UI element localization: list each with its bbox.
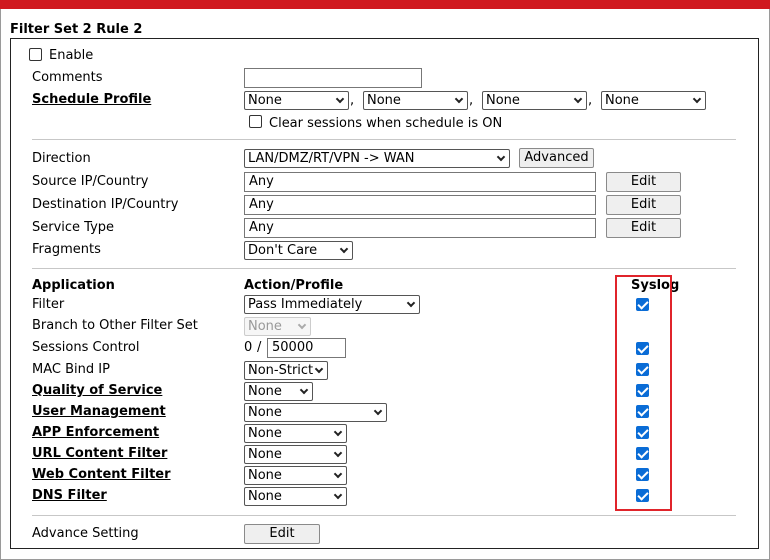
schedule-profile-link[interactable]: Schedule Profile (32, 92, 151, 107)
sessions-current-value: 0 (244, 340, 253, 355)
sessions-separator: / (257, 340, 262, 355)
rule-settings-panel: Enable Comments Schedule Profile None , … (10, 38, 759, 549)
enable-label: Enable (49, 48, 94, 63)
dns-filter-value: None (248, 489, 282, 504)
chevron-down-icon (333, 448, 343, 458)
fragments-value: Don't Care (248, 243, 318, 258)
schedule-profile-select-2[interactable]: None (363, 91, 468, 110)
direction-value: LAN/DMZ/RT/VPN -> WAN (248, 151, 415, 166)
section-divider (32, 268, 736, 269)
chevron-down-icon (297, 320, 307, 330)
branch-filter-set-value: None (248, 319, 282, 334)
schedule-comma: , (350, 93, 355, 108)
chevron-down-icon (333, 490, 343, 500)
clear-sessions-checkbox[interactable] (249, 115, 262, 128)
comments-label: Comments (32, 70, 103, 85)
clear-sessions-label: Clear sessions when schedule is ON (269, 116, 503, 131)
sessions-limit-input[interactable]: 50000 (267, 338, 346, 358)
schedule-profile-value-4: None (605, 93, 639, 108)
app-enforcement-value: None (248, 426, 282, 441)
chevron-down-icon (454, 94, 464, 104)
chevron-down-icon (373, 406, 383, 416)
action-profile-header: Action/Profile (244, 278, 344, 293)
url-content-filter-select[interactable]: None (244, 445, 347, 464)
service-type-edit-button[interactable]: Edit (606, 218, 681, 238)
schedule-profile-value-2: None (367, 93, 401, 108)
advance-setting-edit-button[interactable]: Edit (244, 524, 320, 544)
schedule-profile-select-4[interactable]: None (601, 91, 706, 110)
mac-bind-ip-select[interactable]: Non-Strict (244, 361, 328, 380)
branch-filter-set-label: Branch to Other Filter Set (32, 318, 198, 333)
sessions-control-label: Sessions Control (32, 340, 140, 355)
chevron-down-icon (339, 244, 349, 254)
enable-checkbox[interactable] (29, 48, 42, 61)
fragments-label: Fragments (32, 242, 101, 257)
quality-of-service-value: None (248, 384, 282, 399)
direction-label: Direction (32, 151, 91, 166)
user-management-select[interactable]: None (244, 403, 387, 422)
chevron-down-icon (333, 427, 343, 437)
url-content-filter-value: None (248, 447, 282, 462)
quality-of-service-link[interactable]: Quality of Service (32, 383, 162, 398)
app-enforcement-link[interactable]: APP Enforcement (32, 425, 159, 440)
top-accent-bar (0, 0, 770, 9)
direction-select[interactable]: LAN/DMZ/RT/VPN -> WAN (244, 149, 510, 168)
mac-bind-ip-label: MAC Bind IP (32, 362, 110, 377)
chevron-down-icon (496, 152, 506, 162)
service-type-field[interactable]: Any (244, 218, 596, 238)
chevron-down-icon (314, 364, 324, 374)
dns-filter-select[interactable]: None (244, 487, 347, 506)
chevron-down-icon (573, 94, 583, 104)
chevron-down-icon (299, 385, 309, 395)
destination-field[interactable]: Any (244, 195, 596, 215)
destination-label: Destination IP/Country (32, 197, 179, 212)
section-divider (32, 139, 736, 140)
comments-input[interactable] (244, 68, 422, 88)
source-edit-button[interactable]: Edit (606, 172, 681, 192)
dns-filter-link[interactable]: DNS Filter (32, 488, 107, 503)
branch-filter-set-select: None (244, 317, 311, 336)
mac-bind-ip-value: Non-Strict (248, 363, 314, 378)
schedule-profile-value-1: None (248, 93, 282, 108)
web-content-filter-select[interactable]: None (244, 466, 347, 485)
filter-label: Filter (32, 297, 65, 312)
web-content-filter-value: None (248, 468, 282, 483)
advanced-button[interactable]: Advanced (519, 148, 594, 168)
user-management-link[interactable]: User Management (32, 404, 166, 419)
source-label: Source IP/Country (32, 174, 149, 189)
destination-edit-button[interactable]: Edit (606, 195, 681, 215)
user-management-value: None (248, 405, 282, 420)
syslog-highlight-box (615, 275, 672, 511)
filter-value: Pass Immediately (248, 297, 363, 312)
application-header: Application (32, 278, 115, 293)
chevron-down-icon (333, 469, 343, 479)
section-divider (32, 515, 736, 516)
advance-setting-label: Advance Setting (32, 526, 139, 541)
url-content-filter-link[interactable]: URL Content Filter (32, 446, 167, 461)
schedule-profile-select-1[interactable]: None (244, 91, 349, 110)
app-enforcement-select[interactable]: None (244, 424, 347, 443)
source-field[interactable]: Any (244, 172, 596, 192)
chevron-down-icon (335, 94, 345, 104)
web-content-filter-link[interactable]: Web Content Filter (32, 467, 171, 482)
quality-of-service-select[interactable]: None (244, 382, 313, 401)
service-type-label: Service Type (32, 220, 115, 235)
chevron-down-icon (406, 298, 416, 308)
schedule-profile-select-3[interactable]: None (482, 91, 587, 110)
schedule-comma: , (588, 93, 593, 108)
schedule-comma: , (469, 93, 474, 108)
chevron-down-icon (692, 94, 702, 104)
page-title: Filter Set 2 Rule 2 (10, 22, 143, 37)
filter-select[interactable]: Pass Immediately (244, 295, 420, 314)
schedule-profile-value-3: None (486, 93, 520, 108)
fragments-select[interactable]: Don't Care (244, 241, 353, 260)
